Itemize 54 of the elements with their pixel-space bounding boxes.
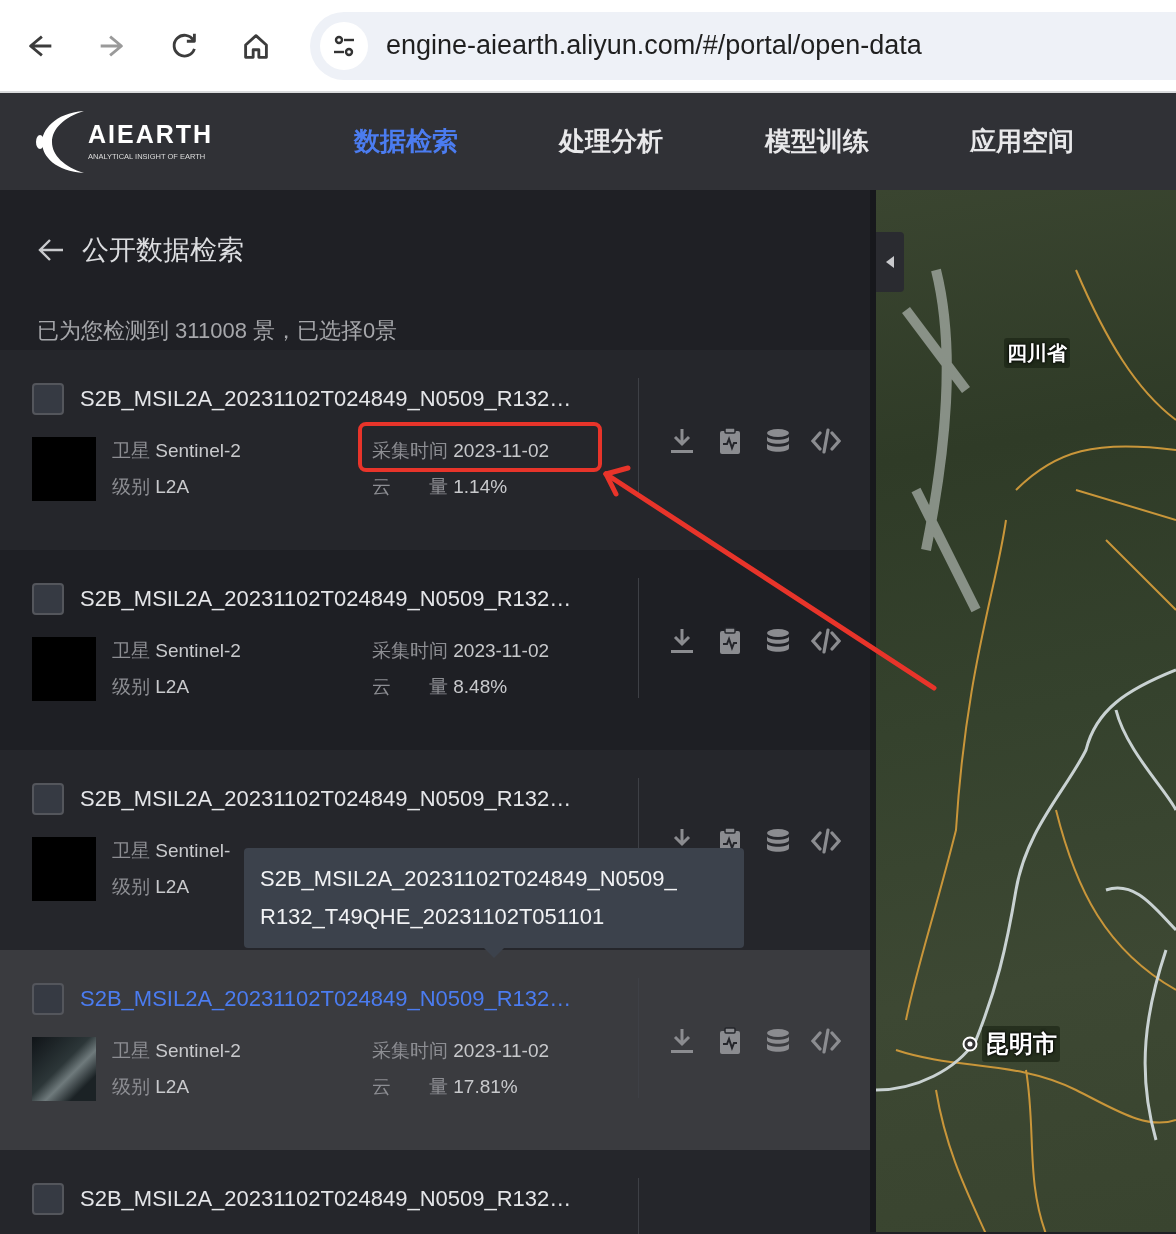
code-icon	[811, 426, 841, 456]
detail-text: 级别 L2A	[112, 675, 191, 699]
detail-text: 卫星 Sentinel-2	[112, 439, 242, 463]
detail-text: 采集时间 2023-11-02	[372, 1039, 551, 1063]
code-button[interactable]	[811, 626, 841, 656]
checkbox[interactable]	[32, 582, 64, 615]
map-label: 昆明市	[982, 1026, 1060, 1062]
checkbox[interactable]	[32, 782, 64, 815]
tooltip: S2B_MSIL2A_20231102T024849_N0509_R132_T49QHE_20231102T051101	[244, 848, 744, 948]
detail-text: 卫星 Sentinel-2	[112, 1039, 242, 1063]
detail-text: 采集时间 2023-11-02	[372, 639, 551, 663]
detail-text: 卫星 Sentinel-	[112, 839, 232, 863]
detail-text: 云 量 8.48%	[372, 675, 509, 699]
checkbox[interactable]	[32, 982, 64, 1015]
nav-tab[interactable]: 应用空间	[970, 122, 1176, 161]
scene-title[interactable]: S2B_MSIL2A_20231102T024849_N0509_R132…	[80, 582, 572, 615]
nav-tab[interactable]: 模型训练	[764, 122, 971, 161]
logo-wordmark: AIEARTH	[88, 122, 214, 148]
scene-title[interactable]: S2B_MSIL2A_20231102T024849_N0509_R132…	[80, 1182, 572, 1215]
tooltip-pointer	[482, 946, 506, 958]
collapse-panel-button[interactable]	[876, 232, 904, 292]
code-icon	[811, 1026, 841, 1056]
code-button[interactable]	[811, 1026, 841, 1056]
scene-thumbnail	[32, 837, 96, 901]
detail-text: 级别 L2A	[112, 475, 191, 499]
detail-text: 采集时间 2023-11-02	[372, 439, 551, 463]
checkbox[interactable]	[32, 382, 64, 415]
result-summary: 已为您检测到 311008 景，已选择0景	[37, 316, 398, 345]
detail-text: 级别 L2A	[112, 1075, 191, 1099]
scene-thumbnail	[32, 637, 96, 701]
code-button[interactable]	[811, 826, 841, 856]
scene-thumbnail	[32, 437, 96, 501]
map-label: 四川省	[1004, 338, 1070, 368]
scene-title[interactable]: S2B_MSIL2A_20231102T024849_N0509_R132…	[80, 782, 572, 815]
code-icon	[811, 626, 841, 656]
crescent-logo-icon	[34, 108, 84, 175]
nav-tab[interactable]: 处理分析	[559, 122, 765, 161]
url-text: engine-aiearth.aliyun.com/#/portal/open-data	[386, 29, 922, 63]
code-icon	[811, 826, 841, 856]
result-item[interactable]: S2B_MSIL2A_20231102T024849_N0509_R132…	[0, 1150, 870, 1234]
address-bar[interactable]: engine-aiearth.aliyun.com/#/portal/open-data	[310, 11, 1176, 80]
result-item[interactable]: S2B_MSIL2A_20231102T024849_N0509_R132… 卫星 Sentinel-2 采集时间 2023-11-02 级别 L2A 云 量 1.14%	[0, 350, 870, 550]
scene-thumbnail	[32, 1037, 96, 1101]
left-triangle-icon	[885, 255, 895, 269]
detail-text: 云 量 1.14%	[372, 475, 509, 499]
code-button[interactable]	[811, 426, 841, 456]
scene-title[interactable]: S2B_MSIL2A_20231102T024849_N0509_R132…	[80, 382, 572, 415]
checkbox[interactable]	[32, 1182, 64, 1215]
panel-title: 公开数据检索	[82, 233, 244, 267]
detail-text: 云 量 17.81%	[372, 1075, 519, 1099]
result-item[interactable]: S2B_MSIL2A_20231102T024849_N0509_R132… 卫星 Sentinel-2 采集时间 2023-11-02 级别 L2A 云 量 17.81%	[0, 950, 870, 1150]
city-marker-icon	[962, 1036, 978, 1052]
site-settings-button[interactable]	[320, 21, 368, 70]
detail-text: 卫星 Sentinel-2	[112, 639, 242, 663]
